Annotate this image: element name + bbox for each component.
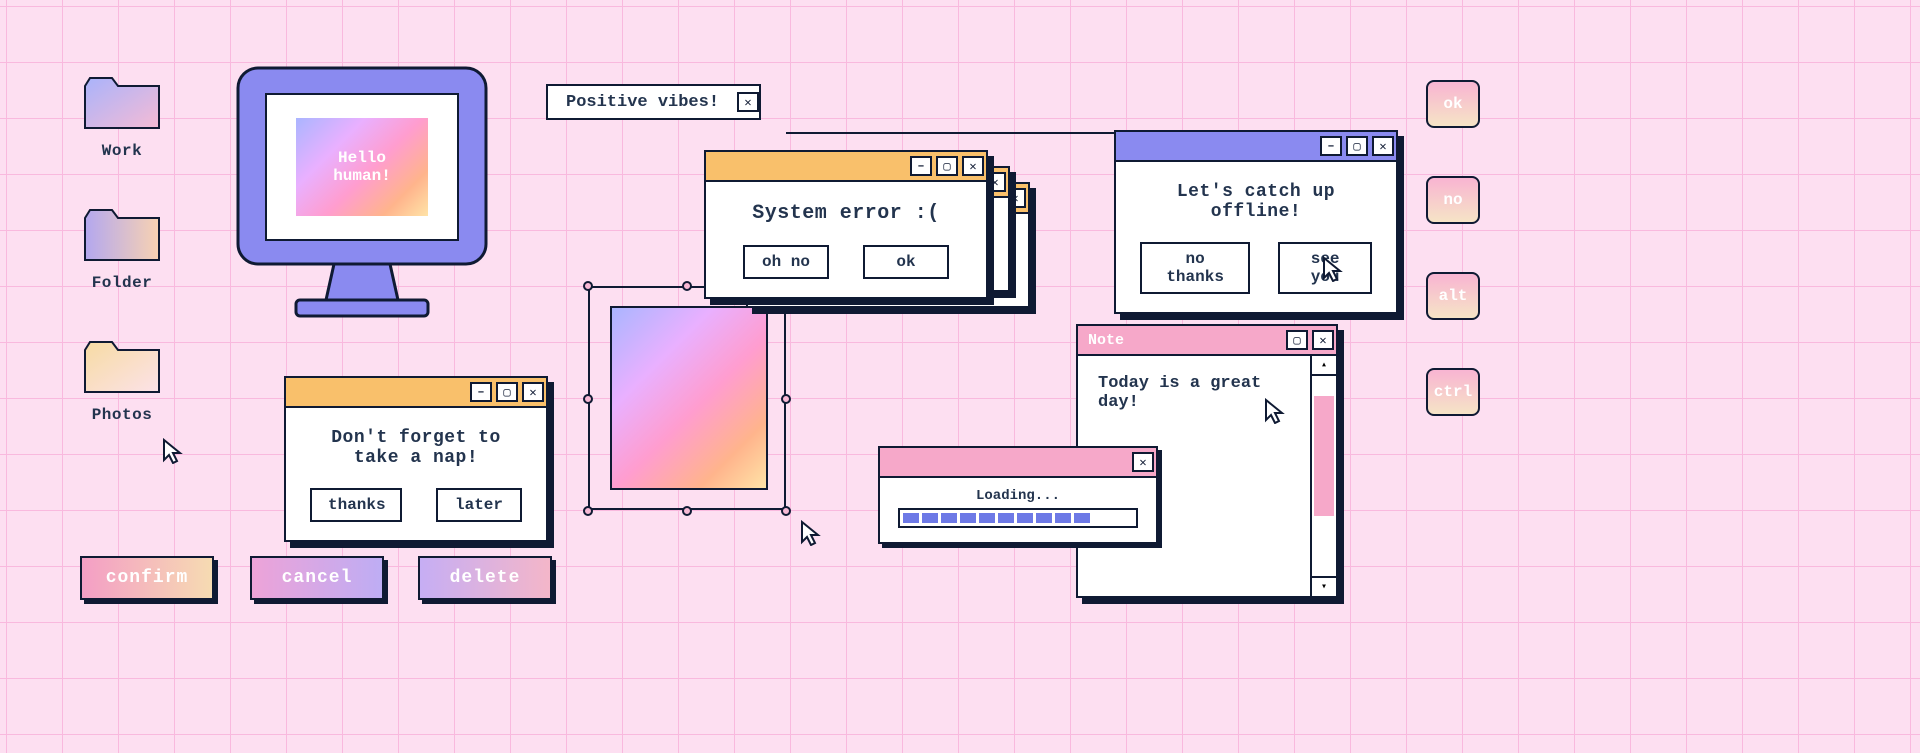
minimize-icon[interactable]: – — [470, 382, 492, 402]
loading-titlebar[interactable]: ✕ — [880, 448, 1156, 478]
loading-label: Loading... — [894, 488, 1142, 504]
cursor-icon — [800, 520, 822, 546]
folder-work[interactable]: Work — [82, 74, 162, 160]
nap-dialog-titlebar[interactable]: – ▢ ✕ — [286, 378, 546, 408]
alt-key-button[interactable]: alt — [1426, 272, 1480, 320]
selection-handle[interactable] — [781, 394, 791, 404]
maximize-icon[interactable]: ▢ — [936, 156, 958, 176]
maximize-icon[interactable]: ▢ — [496, 382, 518, 402]
monitor-screen-text: Hello human! — [296, 118, 428, 216]
minimize-icon[interactable]: – — [1320, 136, 1342, 156]
minimize-icon[interactable]: – — [910, 156, 932, 176]
ohno-button[interactable]: oh no — [743, 245, 829, 279]
error-dialog-message: System error :( — [730, 202, 962, 225]
thanks-button[interactable]: thanks — [310, 488, 402, 522]
folder-work-label: Work — [102, 142, 142, 160]
maximize-icon[interactable]: ▢ — [1286, 330, 1308, 350]
progress-segment — [1055, 513, 1071, 523]
see-you-button[interactable]: see you — [1278, 242, 1372, 294]
scroll-up-icon[interactable]: ▴ — [1312, 356, 1336, 376]
note-title: Note — [1078, 332, 1282, 349]
progress-segment — [922, 513, 938, 523]
cursor-icon — [162, 438, 184, 464]
folder-folder[interactable]: Folder — [82, 206, 162, 292]
selection-handle[interactable] — [583, 281, 593, 291]
catchup-dialog: – ▢ ✕ Let's catch up offline! no thanks … — [1114, 130, 1398, 314]
positive-vibes-text: Positive vibes! — [548, 93, 737, 112]
progress-segment — [960, 513, 976, 523]
folder-icon — [82, 74, 162, 132]
monitor: Hello human! — [232, 62, 492, 337]
error-dialog: – ▢ ✕ System error :( oh no ok — [704, 150, 988, 299]
scroll-down-icon[interactable]: ▾ — [1312, 576, 1336, 596]
later-button[interactable]: later — [436, 488, 522, 522]
folder-icon — [82, 338, 162, 396]
loading-progress — [898, 508, 1138, 528]
progress-segment — [1017, 513, 1033, 523]
progress-segment — [998, 513, 1014, 523]
selection-handle[interactable] — [682, 281, 692, 291]
progress-segment — [979, 513, 995, 523]
selection-handle[interactable] — [781, 506, 791, 516]
ok-button[interactable]: ok — [863, 245, 949, 279]
catchup-dialog-message: Let's catch up offline! — [1140, 182, 1372, 222]
error-dialog-titlebar[interactable]: – ▢ ✕ — [706, 152, 986, 182]
maximize-icon[interactable]: ▢ — [1346, 136, 1368, 156]
folder-photos-label: Photos — [92, 406, 153, 424]
progress-segment — [1036, 513, 1052, 523]
close-icon[interactable]: ✕ — [1312, 330, 1334, 350]
ok-key-button[interactable]: ok — [1426, 80, 1480, 128]
progress-segment — [903, 513, 919, 523]
nap-dialog: – ▢ ✕ Don't forget to take a nap! thanks… — [284, 376, 548, 542]
selection-handle[interactable] — [583, 394, 593, 404]
no-key-button[interactable]: no — [1426, 176, 1480, 224]
folder-folder-label: Folder — [92, 274, 153, 292]
positive-vibes-bar: Positive vibes! ✕ — [546, 84, 761, 120]
close-icon[interactable]: ✕ — [1132, 452, 1154, 472]
confirm-button[interactable]: confirm — [80, 556, 214, 600]
progress-segment — [941, 513, 957, 523]
close-icon[interactable]: ✕ — [962, 156, 984, 176]
delete-button[interactable]: delete — [418, 556, 552, 600]
note-titlebar[interactable]: Note ▢ ✕ — [1078, 326, 1336, 356]
note-scrollbar[interactable]: ▴ ▾ — [1310, 356, 1336, 596]
close-icon[interactable]: ✕ — [737, 92, 759, 112]
nap-dialog-message: Don't forget to take a nap! — [310, 428, 522, 468]
ctrl-key-button[interactable]: ctrl — [1426, 368, 1480, 416]
catchup-dialog-titlebar[interactable]: – ▢ ✕ — [1116, 132, 1396, 162]
folder-icon — [82, 206, 162, 264]
connector-line — [786, 132, 1122, 134]
selection-handle[interactable] — [583, 506, 593, 516]
cancel-button[interactable]: cancel — [250, 556, 384, 600]
selection-handle[interactable] — [682, 506, 692, 516]
gradient-image[interactable] — [610, 306, 768, 490]
close-icon[interactable]: ✕ — [522, 382, 544, 402]
no-thanks-button[interactable]: no thanks — [1140, 242, 1250, 294]
folder-photos[interactable]: Photos — [82, 338, 162, 424]
close-icon[interactable]: ✕ — [1372, 136, 1394, 156]
scroll-thumb[interactable] — [1314, 396, 1334, 516]
loading-window: ✕ Loading... — [878, 446, 1158, 544]
progress-segment — [1074, 513, 1090, 523]
